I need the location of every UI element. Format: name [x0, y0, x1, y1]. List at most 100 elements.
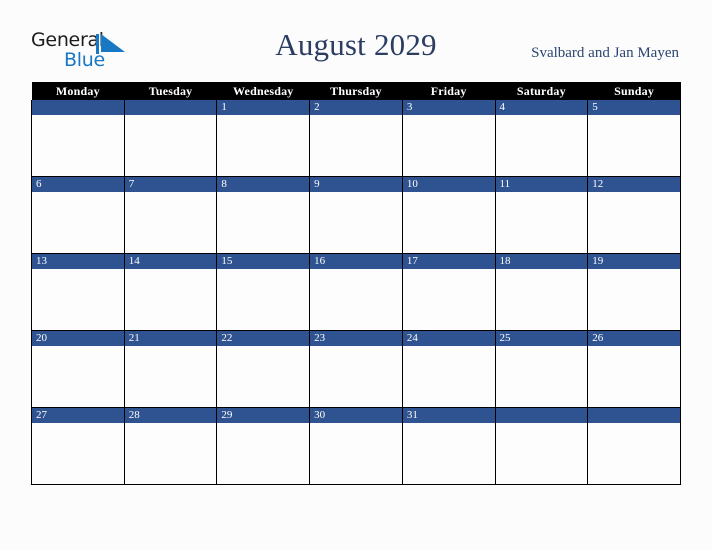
calendar-day-cell[interactable]: 29 [216, 407, 311, 485]
day-cell-inner: 8 [217, 177, 310, 253]
calendar-day-cell[interactable]: 18 [494, 253, 589, 331]
day-note-area[interactable] [495, 423, 588, 484]
day-note-area[interactable] [588, 115, 680, 176]
calendar-day-cell[interactable]: 22 [216, 330, 311, 408]
day-note-area[interactable] [588, 423, 680, 484]
day-cell-inner: 21 [124, 331, 217, 407]
day-cell-inner [32, 100, 124, 176]
day-number: 9 [310, 177, 402, 192]
day-note-area[interactable] [310, 269, 402, 330]
day-cell-inner: 16 [310, 254, 402, 330]
calendar-day-cell[interactable]: 25 [494, 330, 589, 408]
calendar-week-row: 12345 [31, 100, 681, 177]
calendar-day-cell[interactable]: 10 [401, 176, 496, 254]
day-note-area[interactable] [588, 269, 680, 330]
day-note-area[interactable] [495, 346, 588, 407]
day-number: 18 [495, 254, 588, 269]
day-note-area[interactable] [310, 423, 402, 484]
day-cell-inner: 5 [588, 100, 680, 176]
day-note-area[interactable] [32, 346, 124, 407]
day-number [32, 100, 124, 115]
day-number: 31 [402, 408, 495, 423]
calendar-day-cell[interactable]: 19 [587, 253, 681, 331]
day-note-area[interactable] [402, 115, 495, 176]
calendar-day-cell[interactable]: 11 [494, 176, 589, 254]
day-note-area[interactable] [124, 192, 217, 253]
day-note-area[interactable] [124, 423, 217, 484]
day-note-area[interactable] [402, 346, 495, 407]
calendar-day-cell[interactable]: 5 [587, 100, 681, 177]
calendar-day-cell[interactable]: 17 [401, 253, 496, 331]
calendar-day-cell[interactable] [494, 407, 589, 485]
calendar-day-cell[interactable]: 23 [309, 330, 403, 408]
calendar-day-cell[interactable]: 12 [587, 176, 681, 254]
day-cell-inner: 31 [402, 408, 495, 484]
calendar-day-cell[interactable]: 4 [494, 100, 589, 177]
calendar-day-cell[interactable]: 27 [31, 407, 125, 485]
day-note-area[interactable] [32, 423, 124, 484]
day-note-area[interactable] [402, 269, 495, 330]
calendar-day-cell[interactable]: 20 [31, 330, 125, 408]
day-number: 11 [495, 177, 588, 192]
day-cell-inner: 7 [124, 177, 217, 253]
day-number: 6 [32, 177, 124, 192]
day-note-area[interactable] [310, 192, 402, 253]
day-cell-inner: 18 [495, 254, 588, 330]
calendar-day-cell[interactable]: 8 [216, 176, 311, 254]
day-number: 27 [32, 408, 124, 423]
day-note-area[interactable] [588, 346, 680, 407]
day-cell-inner: 28 [124, 408, 217, 484]
calendar-day-cell[interactable]: 31 [401, 407, 496, 485]
day-note-area[interactable] [217, 346, 310, 407]
calendar-day-cell[interactable] [123, 100, 218, 177]
day-number: 22 [217, 331, 310, 346]
day-number: 19 [588, 254, 680, 269]
calendar-day-cell[interactable]: 24 [401, 330, 496, 408]
calendar-day-cell[interactable] [587, 407, 681, 485]
calendar-day-cell[interactable]: 2 [309, 100, 403, 177]
day-note-area[interactable] [588, 192, 680, 253]
day-note-area[interactable] [402, 192, 495, 253]
calendar-day-cell[interactable]: 14 [123, 253, 218, 331]
calendar-day-cell[interactable]: 1 [216, 100, 311, 177]
day-note-area[interactable] [402, 423, 495, 484]
day-note-area[interactable] [495, 269, 588, 330]
calendar-day-cell[interactable]: 26 [587, 330, 681, 408]
day-note-area[interactable] [310, 115, 402, 176]
calendar-day-cell[interactable]: 6 [31, 176, 125, 254]
day-note-area[interactable] [32, 115, 124, 176]
calendar-day-cell[interactable]: 28 [123, 407, 218, 485]
calendar-day-cell[interactable]: 9 [309, 176, 403, 254]
day-note-area[interactable] [217, 192, 310, 253]
day-number: 16 [310, 254, 402, 269]
day-note-area[interactable] [495, 192, 588, 253]
calendar-day-cell[interactable]: 13 [31, 253, 125, 331]
day-number: 8 [217, 177, 310, 192]
calendar-day-cell[interactable] [31, 100, 125, 177]
day-cell-inner: 1 [217, 100, 310, 176]
calendar-day-cell[interactable]: 7 [123, 176, 218, 254]
day-note-area[interactable] [124, 346, 217, 407]
day-note-area[interactable] [217, 423, 310, 484]
day-note-area[interactable] [310, 346, 402, 407]
day-number: 30 [310, 408, 402, 423]
day-note-area[interactable] [217, 269, 310, 330]
day-cell-inner: 20 [32, 331, 124, 407]
calendar-day-cell[interactable]: 16 [309, 253, 403, 331]
day-cell-inner: 17 [402, 254, 495, 330]
day-cell-inner: 6 [32, 177, 124, 253]
calendar-day-cell[interactable]: 30 [309, 407, 403, 485]
day-note-area[interactable] [124, 269, 217, 330]
day-note-area[interactable] [32, 269, 124, 330]
day-cell-inner: 3 [402, 100, 495, 176]
day-note-area[interactable] [495, 115, 588, 176]
day-note-area[interactable] [32, 192, 124, 253]
day-note-area[interactable] [124, 115, 217, 176]
calendar-day-cell[interactable]: 3 [401, 100, 496, 177]
calendar-day-cell[interactable]: 21 [123, 330, 218, 408]
day-number: 12 [588, 177, 680, 192]
day-note-area[interactable] [217, 115, 310, 176]
day-number [588, 408, 680, 423]
calendar-day-cell[interactable]: 15 [216, 253, 311, 331]
day-cell-inner: 15 [217, 254, 310, 330]
